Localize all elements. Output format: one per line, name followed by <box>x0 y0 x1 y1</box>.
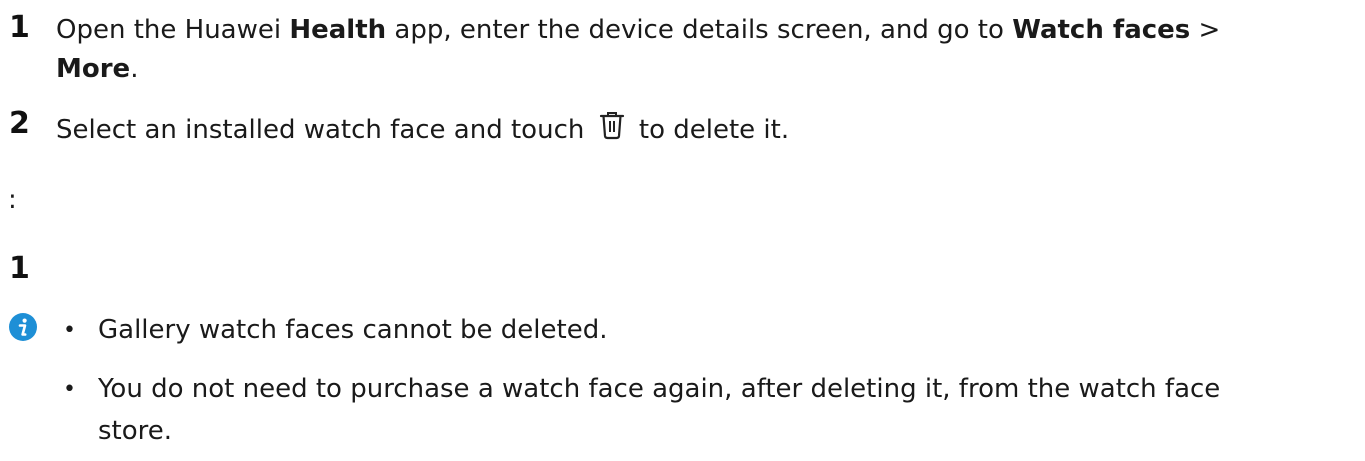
step-1-bold-health: Health <box>289 15 387 45</box>
step-1-line-1: Open the Huawei Health app, enter the de… <box>56 12 1220 48</box>
step-number-1: 1 <box>9 10 30 45</box>
stray-colon: : <box>8 185 17 215</box>
note-1-text: Gallery watch faces cannot be deleted. <box>98 315 608 345</box>
step-number-2: 2 <box>9 106 30 141</box>
step-1-bold-watch-faces: Watch faces <box>1012 15 1191 45</box>
step-1-text-a: Open the Huawei <box>56 15 290 45</box>
step-2-text-after: to delete it. <box>630 115 790 145</box>
step-2-text-before: Select an installed watch face and touch <box>56 115 593 145</box>
note-bullet-1: • <box>63 318 76 343</box>
step-1-bold-more: More <box>56 54 131 84</box>
stray-number: 1 <box>9 251 30 286</box>
info-icon <box>9 313 37 341</box>
step-1-text-b: app, enter the device details screen, an… <box>386 15 1013 45</box>
note-bullet-2: • <box>63 377 76 402</box>
step-1-text-period: . <box>130 54 139 84</box>
step-2-line: Select an installed watch face and touch… <box>56 110 789 148</box>
trash-icon <box>599 112 624 140</box>
note-2-line-2: store. <box>98 416 173 446</box>
note-2-line-1: You do not need to purchase a watch face… <box>98 374 1221 404</box>
step-1-line-2: More. <box>56 51 138 87</box>
step-1-text-c: > <box>1190 15 1221 45</box>
